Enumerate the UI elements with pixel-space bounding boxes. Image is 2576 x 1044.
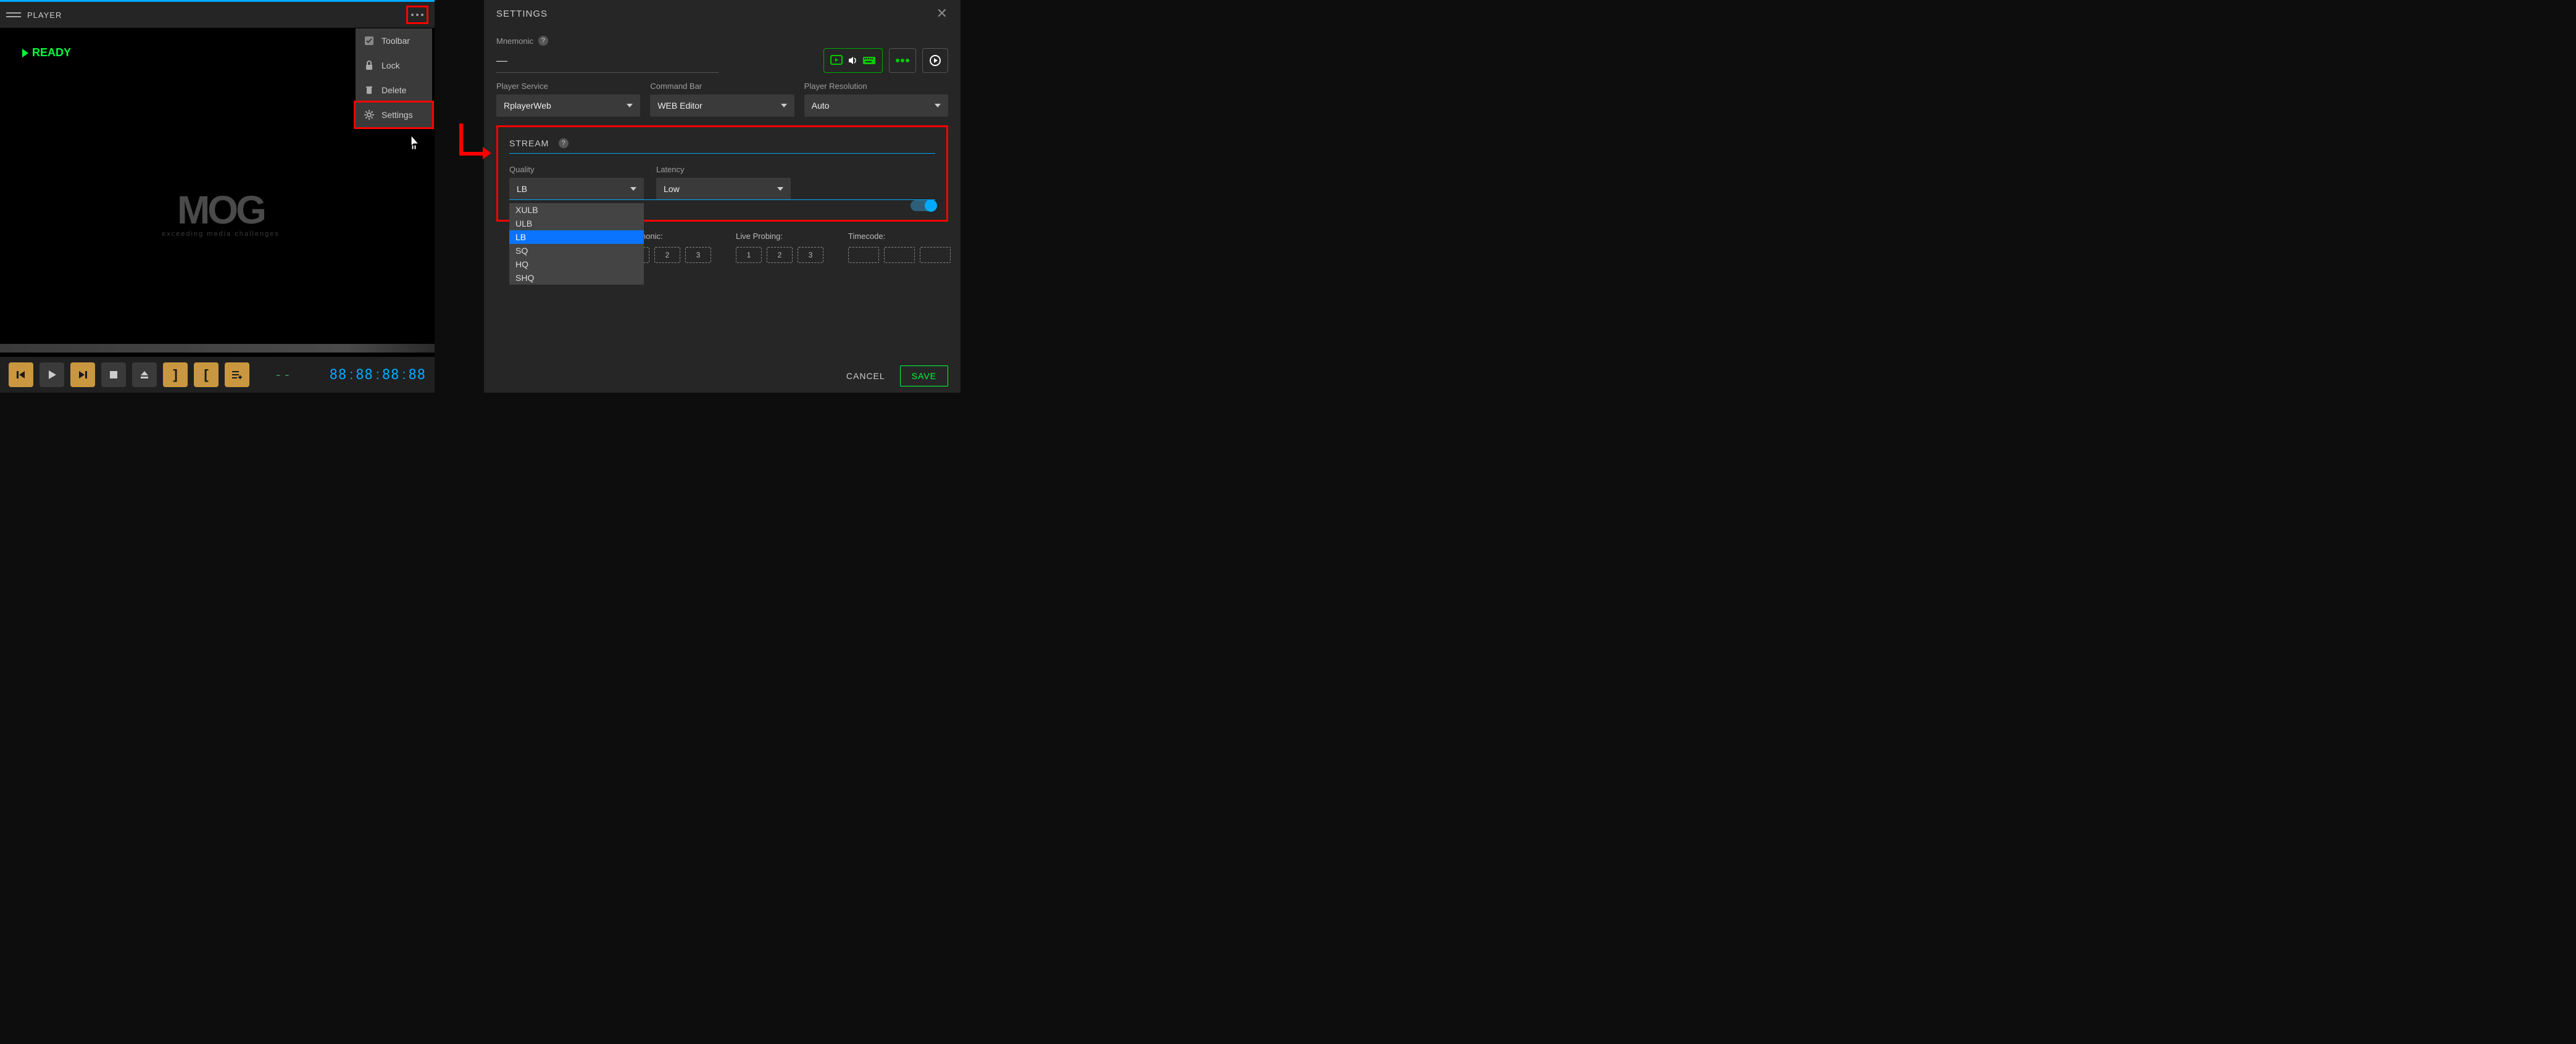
logo-text: MOG — [162, 187, 280, 233]
ready-label: READY — [32, 46, 71, 59]
stream-section: STREAM ? Quality LB XULB ULB LB — [496, 125, 948, 222]
chevron-down-icon — [630, 187, 636, 191]
menu-label: Delete — [381, 85, 406, 95]
quality-option[interactable]: LB — [509, 230, 644, 244]
live-slot[interactable]: 3 — [798, 247, 823, 263]
player-header: PLAYER — [0, 2, 435, 28]
mnemonic-slot[interactable]: 2 — [654, 247, 680, 263]
command-bar-select[interactable]: WEB Editor — [650, 94, 794, 117]
power-circle-icon — [929, 54, 941, 67]
menu-label: Settings — [381, 110, 413, 120]
player-pane: PLAYER Toolbar Lock — [0, 0, 435, 393]
menu-label: Lock — [381, 61, 400, 70]
chevron-down-icon — [935, 104, 941, 107]
brand-logo: MOG exceeding media challenges — [162, 187, 280, 238]
settings-pane: SETTINGS ✕ Mnemonic ? — — [484, 0, 961, 393]
stop-button[interactable] — [101, 362, 126, 387]
live-slot[interactable]: 1 — [736, 247, 762, 263]
live-slot[interactable]: 2 — [767, 247, 793, 263]
ready-status: READY — [22, 46, 71, 59]
quality-label: Quality — [509, 165, 644, 174]
timecode-slots-label: Timecode: — [848, 232, 951, 241]
menu-item-lock[interactable]: Lock — [356, 53, 432, 78]
cursor-icon — [407, 134, 422, 149]
cancel-button[interactable]: CANCEL — [846, 371, 885, 381]
feature-chip-link[interactable] — [889, 48, 916, 73]
player-context-menu: Toolbar Lock Delete Settings — [356, 28, 432, 127]
settings-header: SETTINGS ✕ — [484, 0, 961, 27]
player-resolution-label: Player Resolution — [804, 81, 948, 91]
prev-button[interactable] — [9, 362, 33, 387]
help-icon[interactable]: ? — [559, 138, 569, 148]
tc-segment: 88 — [356, 367, 373, 383]
tc-segment: 88 — [382, 367, 400, 383]
command-bar-label: Command Bar — [650, 81, 794, 91]
quality-option[interactable]: SQ — [509, 244, 644, 257]
link-dots-icon — [896, 58, 909, 63]
player-controls: ] [ -- 88: 88: 88: 88 — [0, 357, 435, 393]
mark-out-button[interactable]: ] — [163, 362, 188, 387]
trash-icon — [364, 85, 374, 95]
latency-select[interactable]: Low — [656, 178, 791, 200]
mnemonic-label: Mnemonic ? — [496, 36, 719, 46]
keyboard-icon — [862, 56, 876, 65]
play-monitor-icon — [830, 55, 843, 66]
chevron-down-icon — [777, 187, 783, 191]
timecode-slot[interactable] — [920, 247, 951, 263]
annotation-arrow — [428, 123, 485, 157]
player-title: PLAYER — [27, 10, 62, 20]
chevron-down-icon — [627, 104, 633, 107]
tc-segment: 88 — [330, 367, 348, 383]
quality-select[interactable]: LB — [509, 178, 644, 200]
settings-footer: CANCEL SAVE — [846, 365, 948, 386]
live-probing-label: Live Probing: — [736, 232, 823, 241]
stream-title: STREAM — [509, 138, 549, 148]
gear-icon — [364, 110, 374, 120]
menu-item-settings[interactable]: Settings — [354, 101, 434, 129]
help-icon[interactable]: ? — [538, 36, 548, 46]
play-icon — [22, 49, 28, 57]
hamburger-icon[interactable] — [6, 7, 21, 22]
tc-segment: 88 — [409, 367, 427, 383]
close-button[interactable]: ✕ — [936, 6, 948, 22]
speaker-icon — [848, 56, 857, 65]
timecode-slot[interactable] — [884, 247, 915, 263]
player-service-select[interactable]: RplayerWeb — [496, 94, 640, 117]
eject-button[interactable] — [132, 362, 157, 387]
checkbox-icon — [364, 36, 374, 46]
latency-label: Latency — [656, 165, 791, 174]
more-options-button[interactable] — [406, 6, 428, 24]
tc-placeholder: -- — [274, 367, 292, 383]
quality-option[interactable]: ULB — [509, 217, 644, 230]
mark-in-button[interactable]: [ — [194, 362, 219, 387]
lock-icon — [364, 61, 374, 70]
play-button[interactable] — [40, 362, 64, 387]
menu-label: Toolbar — [381, 36, 410, 46]
menu-item-toolbar[interactable]: Toolbar — [356, 28, 432, 53]
mnemonic-slot[interactable]: 3 — [685, 247, 711, 263]
timecode-slot[interactable] — [848, 247, 879, 263]
player-service-label: Player Service — [496, 81, 640, 91]
chevron-down-icon — [781, 104, 787, 107]
feature-chip-output[interactable] — [922, 48, 948, 73]
playlist-button[interactable] — [225, 362, 249, 387]
timecode-display: 88: 88: 88: 88 — [330, 367, 426, 383]
quality-option[interactable]: HQ — [509, 257, 644, 271]
settings-title: SETTINGS — [496, 9, 548, 19]
quality-option[interactable]: XULB — [509, 203, 644, 217]
player-resolution-select[interactable]: Auto — [804, 94, 948, 117]
next-button[interactable] — [70, 362, 95, 387]
stream-toggle[interactable] — [911, 200, 935, 211]
scrub-bar[interactable] — [0, 344, 435, 353]
quality-dropdown: XULB ULB LB SQ HQ SHQ — [509, 203, 644, 285]
feature-chip-playback[interactable] — [823, 48, 883, 73]
save-button[interactable]: SAVE — [900, 365, 948, 386]
menu-item-delete[interactable]: Delete — [356, 78, 432, 102]
logo-tagline: exceeding media challenges — [162, 230, 280, 238]
quality-option[interactable]: SHQ — [509, 271, 644, 285]
mnemonic-value[interactable]: — — [496, 49, 719, 73]
